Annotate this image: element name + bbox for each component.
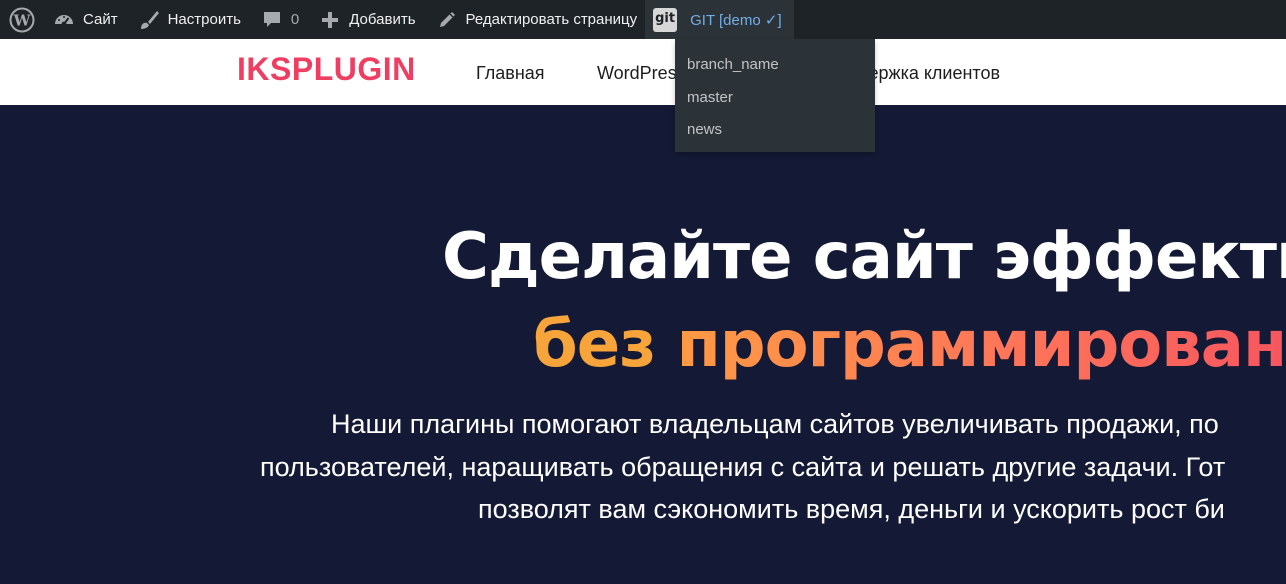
dashboard-icon <box>53 9 75 31</box>
wordpress-menu[interactable]: W <box>0 0 44 39</box>
hero-subtitle-line-2: пользователей, наращивать обращения с са… <box>260 452 1226 482</box>
git-dropdown: branch_name master news <box>675 39 875 152</box>
hero-title-accent-word: без <box>533 308 656 382</box>
nav-item-support[interactable]: держка клиентов <box>858 63 1000 84</box>
nav-item-wordpress[interactable]: WordPres <box>597 63 677 84</box>
pencil-icon <box>436 9 458 31</box>
comments-menu[interactable]: 0 <box>251 0 309 39</box>
git-label: GIT [demo ✓] <box>690 11 782 29</box>
brush-icon <box>138 9 160 31</box>
hero-title-line-2: без программирован <box>533 308 1286 382</box>
edit-page-link[interactable]: Редактировать страницу <box>426 0 646 39</box>
plus-icon <box>319 9 341 31</box>
site-menu[interactable]: Сайт <box>44 0 128 39</box>
hero-subtitle-line-1: Наши плагины помогают владельцам сайтов … <box>331 409 1219 439</box>
nav-item-home[interactable]: Главная <box>476 63 545 84</box>
hero-title-gradient-word: программирован <box>676 308 1286 382</box>
admin-bar: W Сайт Настроить 0 Добавить Редактироват… <box>0 0 1286 39</box>
site-label: Сайт <box>83 11 118 28</box>
hero-subtitle-line-3: позволят вам сэкономить время, деньги и … <box>478 494 1225 524</box>
git-branch-item[interactable]: news <box>675 114 875 147</box>
site-logo[interactable]: IKSPLUGIN <box>237 51 416 88</box>
edit-label: Редактировать страницу <box>465 11 638 28</box>
git-branch-item[interactable]: master <box>675 82 875 115</box>
new-content-menu[interactable]: Добавить <box>309 0 425 39</box>
site-header: IKSPLUGIN Главная WordPres держка клиент… <box>0 39 1286 105</box>
git-icon: git <box>653 7 678 32</box>
comment-icon <box>261 9 283 31</box>
git-menu[interactable]: git GIT [demo ✓] <box>645 0 794 39</box>
hero-title-line-1: Сделайте сайт эффекти <box>442 220 1286 294</box>
comments-count: 0 <box>290 11 300 28</box>
customize-label: Настроить <box>167 11 241 28</box>
new-label: Добавить <box>349 11 416 28</box>
svg-text:W: W <box>13 11 32 29</box>
customize-menu[interactable]: Настроить <box>128 0 251 39</box>
wordpress-icon: W <box>9 7 35 33</box>
git-branch-item[interactable]: branch_name <box>675 49 875 82</box>
